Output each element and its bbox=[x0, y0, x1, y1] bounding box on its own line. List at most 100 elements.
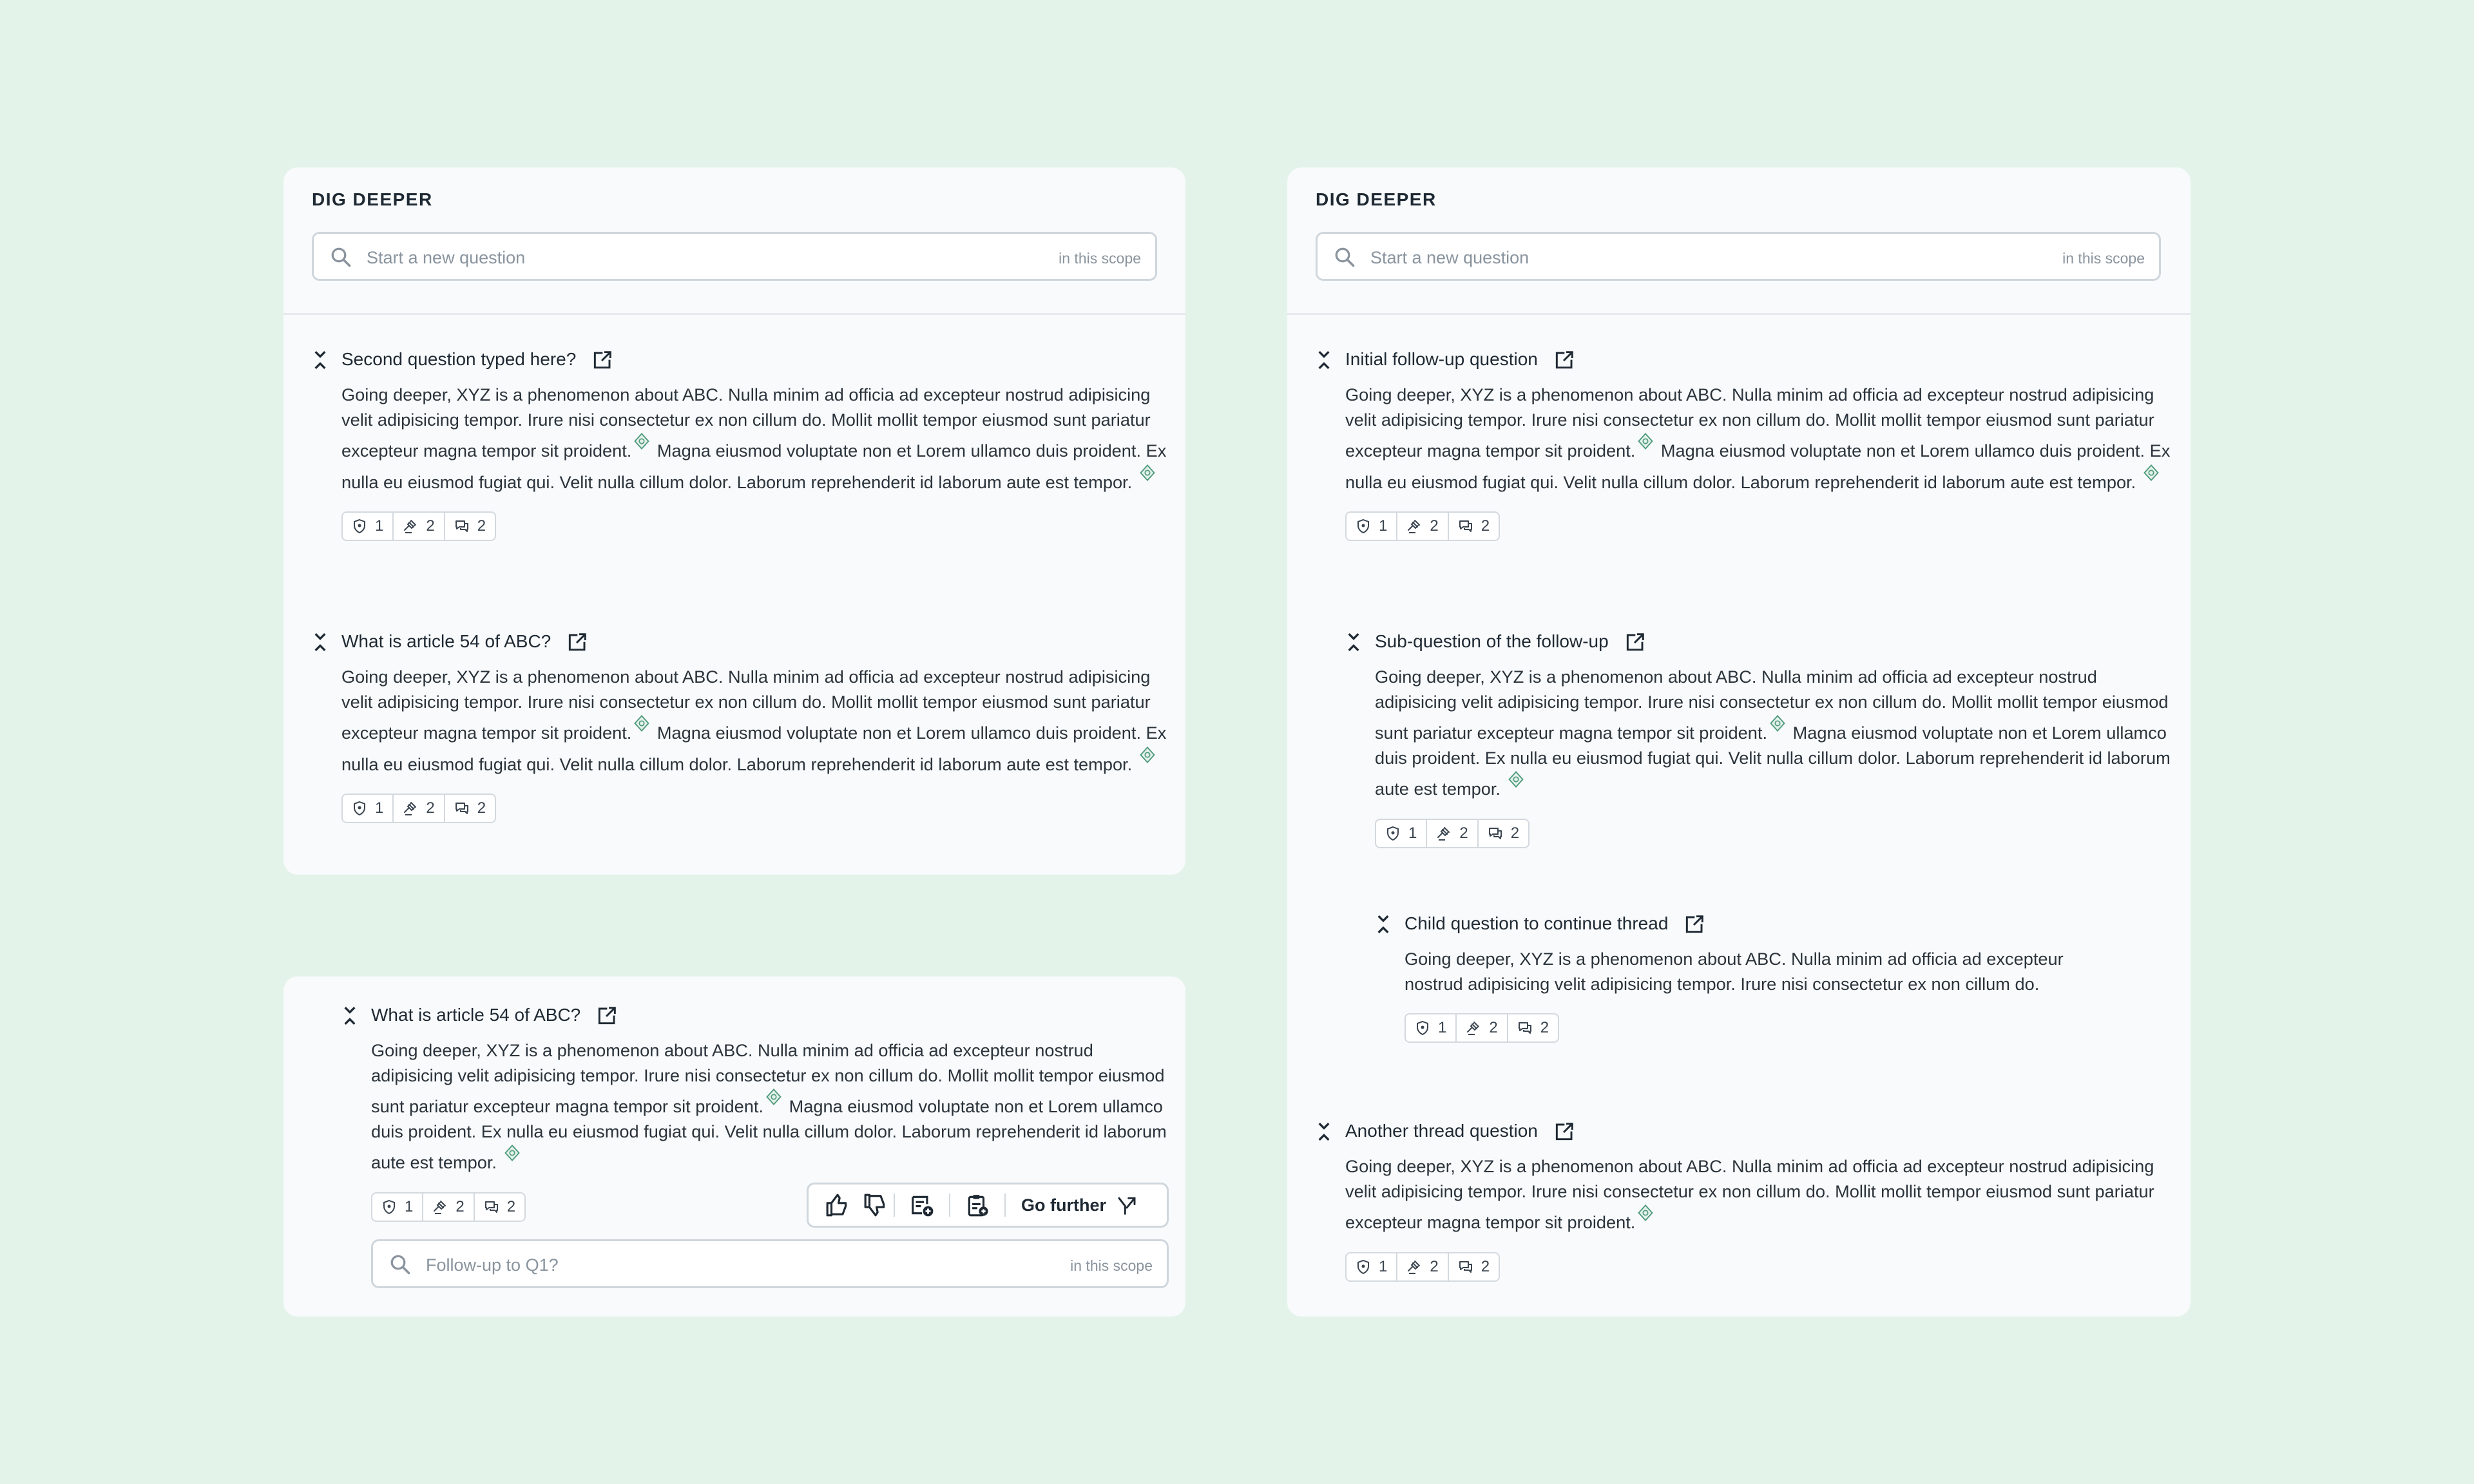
comments-icon bbox=[454, 518, 470, 534]
search-input[interactable]: Start a new question in this scope bbox=[1316, 232, 2161, 281]
external-link-icon[interactable] bbox=[1553, 350, 1574, 371]
gavel-count-chip[interactable]: 2 bbox=[1427, 819, 1479, 847]
gavel-count-chip[interactable]: 2 bbox=[423, 1193, 475, 1221]
gavel-icon bbox=[1466, 1020, 1481, 1036]
follow-up-input[interactable]: Follow-up to Q1? in this scope bbox=[371, 1239, 1169, 1288]
question-item: Another thread question Going deeper, XY… bbox=[1345, 1117, 2176, 1282]
question-item: Initial follow-up question Going deeper,… bbox=[1345, 345, 2176, 542]
citation-icon[interactable] bbox=[1138, 746, 1156, 764]
external-link-icon[interactable] bbox=[566, 633, 587, 653]
search-placeholder: Start a new question bbox=[1370, 248, 1529, 267]
question-title[interactable]: What is article 54 of ABC? bbox=[371, 1005, 580, 1025]
dig-deeper-panel-left: DIG DEEPER Start a new question in this … bbox=[283, 167, 1185, 875]
comments-count-chip[interactable]: 2 bbox=[475, 1194, 524, 1221]
citation-icon[interactable] bbox=[503, 1144, 521, 1162]
external-link-icon[interactable] bbox=[1683, 915, 1704, 935]
collapse-icon[interactable] bbox=[1317, 1121, 1331, 1143]
search-icon bbox=[1333, 245, 1356, 269]
search-placeholder: Start a new question bbox=[367, 248, 526, 267]
question-title[interactable]: Second question typed here? bbox=[341, 349, 576, 369]
citation-icon[interactable] bbox=[1636, 1204, 1654, 1222]
shield-count-chip[interactable]: 1 bbox=[1376, 819, 1428, 847]
external-link-icon[interactable] bbox=[1624, 633, 1645, 653]
search-icon bbox=[329, 245, 352, 269]
question-title[interactable]: Child question to continue thread bbox=[1405, 913, 1668, 933]
panel-title: DIG DEEPER bbox=[1316, 189, 1437, 209]
gavel-icon bbox=[403, 518, 418, 534]
comments-count-chip[interactable]: 2 bbox=[1449, 513, 1499, 540]
shield-count-chip[interactable]: 1 bbox=[1347, 1253, 1398, 1280]
comments-icon bbox=[484, 1199, 499, 1215]
shield-count-chip[interactable]: 1 bbox=[343, 513, 394, 540]
answer-text: Going deeper, XYZ is a phenomenon about … bbox=[1345, 385, 2171, 492]
shield-icon bbox=[1356, 1259, 1371, 1275]
question-title[interactable]: Initial follow-up question bbox=[1345, 349, 1538, 369]
external-link-icon[interactable] bbox=[596, 1006, 617, 1027]
answer-text: Going deeper, XYZ is a phenomenon about … bbox=[1375, 667, 2171, 799]
shield-icon bbox=[1415, 1020, 1430, 1036]
external-link-icon[interactable] bbox=[1553, 1122, 1574, 1143]
collapse-icon[interactable] bbox=[343, 1005, 357, 1027]
add-note-button[interactable] bbox=[895, 1184, 949, 1226]
question-title[interactable]: Another thread question bbox=[1345, 1121, 1538, 1141]
collapse-icon[interactable] bbox=[313, 631, 327, 653]
add-note-icon bbox=[910, 1193, 934, 1217]
gavel-icon bbox=[403, 801, 418, 816]
panel-header: DIG DEEPER Start a new question in this … bbox=[1287, 167, 2191, 315]
gavel-icon bbox=[432, 1199, 448, 1215]
add-to-clipboard-button[interactable] bbox=[950, 1184, 1004, 1226]
answer-text: Going deeper, XYZ is a phenomenon about … bbox=[341, 667, 1167, 774]
shield-count-chip[interactable]: 1 bbox=[343, 795, 394, 823]
citation-icon[interactable] bbox=[2142, 464, 2160, 482]
source-stats: 1 2 2 bbox=[371, 1192, 526, 1222]
go-further-label: Go further bbox=[1021, 1195, 1106, 1215]
search-input[interactable]: Start a new question in this scope bbox=[312, 232, 1157, 281]
shield-icon bbox=[381, 1199, 397, 1215]
comments-count-chip[interactable]: 2 bbox=[1479, 820, 1528, 847]
question-item: What is article 54 of ABC? Going deeper,… bbox=[341, 627, 1173, 824]
gavel-count-chip[interactable]: 2 bbox=[394, 795, 445, 823]
source-stats: 1 2 2 bbox=[1405, 1013, 1560, 1043]
shield-count-chip[interactable]: 1 bbox=[1406, 1014, 1457, 1042]
citation-icon[interactable] bbox=[633, 432, 651, 450]
gavel-count-chip[interactable]: 2 bbox=[1457, 1014, 1508, 1042]
shield-icon bbox=[1356, 518, 1371, 534]
answer-text: Going deeper, XYZ is a phenomenon about … bbox=[1405, 949, 2064, 994]
dig-deeper-panel-right: DIG DEEPER Start a new question in this … bbox=[1287, 167, 2191, 1317]
citation-icon[interactable] bbox=[1138, 464, 1156, 482]
gavel-count-chip[interactable]: 2 bbox=[1397, 1253, 1449, 1280]
citation-icon[interactable] bbox=[1636, 432, 1654, 450]
comments-icon bbox=[1488, 826, 1503, 841]
thumbs-up-button[interactable] bbox=[818, 1184, 858, 1226]
collapse-icon[interactable] bbox=[1376, 913, 1390, 935]
comments-count-chip[interactable]: 2 bbox=[445, 513, 495, 540]
citation-icon[interactable] bbox=[1507, 770, 1525, 788]
gavel-count-chip[interactable]: 2 bbox=[394, 513, 445, 540]
external-link-icon[interactable] bbox=[591, 350, 612, 371]
collapse-icon[interactable] bbox=[1347, 631, 1361, 653]
comments-count-chip[interactable]: 2 bbox=[1508, 1014, 1558, 1042]
clipboard-icon bbox=[965, 1193, 990, 1217]
comments-count-chip[interactable]: 2 bbox=[445, 795, 495, 822]
comments-count-chip[interactable]: 2 bbox=[1449, 1253, 1499, 1280]
comments-icon bbox=[454, 801, 470, 816]
go-further-button[interactable]: Go further bbox=[1006, 1184, 1150, 1226]
gavel-icon bbox=[1406, 1259, 1422, 1275]
citation-icon[interactable] bbox=[765, 1088, 783, 1106]
question-title[interactable]: What is article 54 of ABC? bbox=[341, 631, 551, 651]
collapse-icon[interactable] bbox=[313, 349, 327, 371]
collapse-icon[interactable] bbox=[1317, 349, 1331, 371]
shield-count-chip[interactable]: 1 bbox=[1347, 513, 1398, 540]
thumbs-down-button[interactable] bbox=[858, 1184, 894, 1226]
citation-icon[interactable] bbox=[1769, 714, 1787, 732]
thumbs-down-icon bbox=[863, 1193, 888, 1217]
citation-icon[interactable] bbox=[633, 714, 651, 732]
gavel-count-chip[interactable]: 2 bbox=[1397, 513, 1449, 540]
shield-icon bbox=[1385, 826, 1401, 841]
source-stats: 1 2 2 bbox=[1345, 511, 1501, 542]
gavel-icon bbox=[1436, 826, 1452, 841]
question-title[interactable]: Sub-question of the follow-up bbox=[1375, 631, 1609, 651]
shield-count-chip[interactable]: 1 bbox=[372, 1193, 424, 1221]
source-stats: 1 2 2 bbox=[341, 794, 497, 824]
shield-icon bbox=[352, 518, 367, 534]
